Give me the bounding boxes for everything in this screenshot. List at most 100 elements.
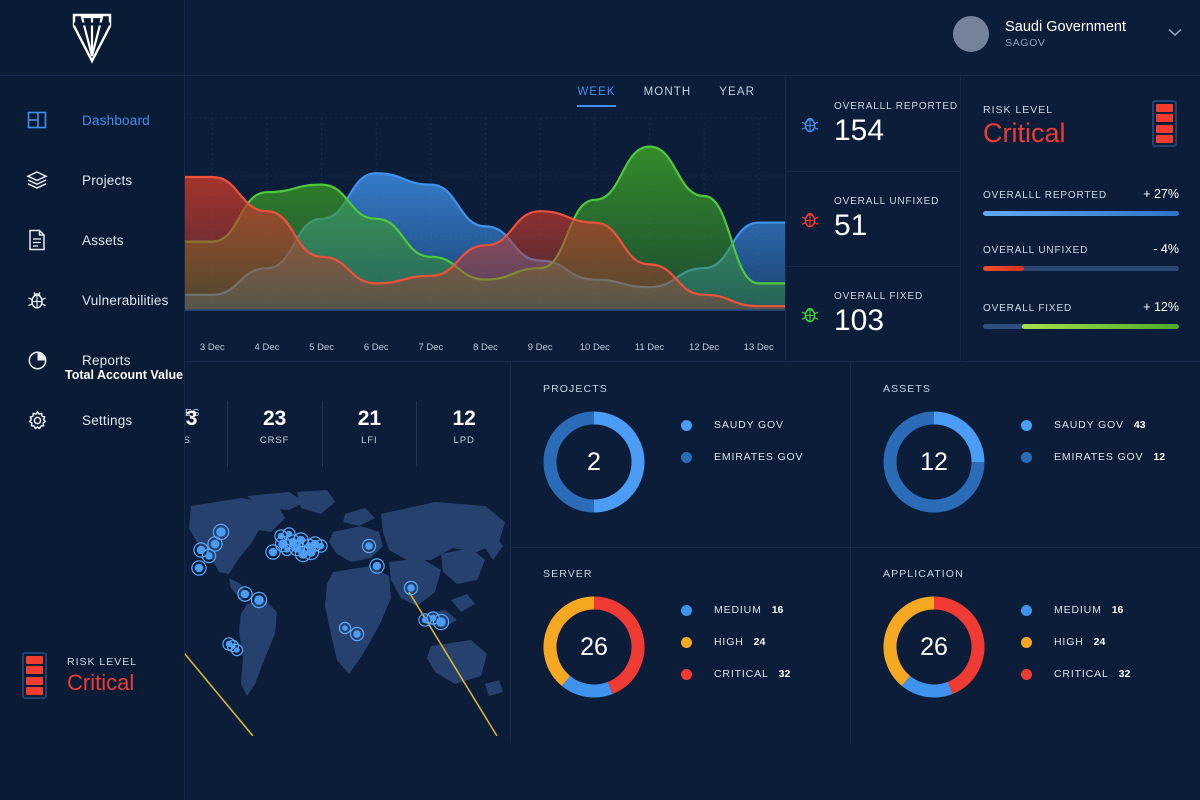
trend-chart-panel: WEEK MONTH YEAR 3 Dec 4 Dec 5 Dec 6 Dec … bbox=[185, 77, 786, 362]
chevron-down-icon[interactable] bbox=[1168, 25, 1182, 40]
legend-color-dot bbox=[1021, 668, 1032, 680]
stat-card-overall-unfixed[interactable]: OVERALL UNFIXED 51 bbox=[786, 172, 961, 267]
sidebar-item-label: Reports bbox=[82, 352, 131, 368]
donut-assets[interactable]: 12 bbox=[879, 407, 989, 522]
donut-projects[interactable]: 2 bbox=[539, 407, 649, 522]
vulnerability-value: 23 bbox=[262, 407, 287, 430]
stat-value: 154 bbox=[834, 114, 885, 147]
panel-server: SERVER 26 MEDIUM 16 HIGH 24 CRITICAL 32 bbox=[511, 548, 851, 743]
account-code: SAGOV bbox=[1005, 37, 1046, 50]
legend-label: EMIRATES GOV bbox=[714, 451, 804, 463]
progress-fill bbox=[1022, 324, 1179, 329]
bug-icon bbox=[799, 208, 821, 230]
legend-item[interactable]: MEDIUM 16 bbox=[1021, 604, 1130, 616]
tab-month[interactable]: MONTH bbox=[644, 86, 692, 107]
location-marker-dot bbox=[268, 547, 278, 557]
x-axis-tick: 7 Dec bbox=[418, 342, 444, 353]
vulnerability-stat[interactable]: 21 LFI bbox=[323, 401, 418, 467]
legend-item[interactable]: EMIRATES GOV bbox=[681, 451, 813, 463]
panel-title: ASSETS bbox=[883, 383, 932, 395]
stat-label: OVERALL FIXED bbox=[834, 291, 924, 302]
tab-year[interactable]: YEAR bbox=[719, 86, 755, 107]
dashboard-icon bbox=[22, 105, 52, 135]
donut-application[interactable]: 26 bbox=[879, 592, 989, 707]
x-axis-tick: 4 Dec bbox=[254, 342, 280, 353]
legend-item[interactable]: MEDIUM 16 bbox=[681, 604, 790, 616]
stat-card-overall-reported[interactable]: OVERALLL REPORTED 154 bbox=[786, 77, 961, 172]
area-chart bbox=[185, 117, 785, 311]
location-marker-dot bbox=[216, 527, 226, 537]
stat-value: 51 bbox=[834, 209, 868, 242]
dashboard-root: Dashboard Projects Assets Vulnerabilitie… bbox=[0, 0, 1200, 800]
donut-center-value: 2 bbox=[587, 447, 601, 476]
vulnerability-stat[interactable]: 12 LPD bbox=[417, 401, 510, 467]
legend-label: SAUDY GOV bbox=[714, 419, 784, 431]
layers-icon bbox=[22, 165, 52, 195]
bug-icon bbox=[799, 113, 821, 135]
location-marker-dot bbox=[353, 630, 361, 638]
progress-percent: + 27% bbox=[1143, 187, 1179, 201]
vulnerability-name: LFI bbox=[361, 435, 378, 446]
legend-value: 24 bbox=[1093, 636, 1106, 648]
sidebar-item-projects[interactable]: Projects bbox=[0, 150, 184, 210]
donut-center-value: 26 bbox=[920, 632, 948, 661]
vulnerability-stat[interactable]: 213 XSS bbox=[185, 401, 228, 467]
legend-item[interactable]: SAUDY GOV bbox=[681, 419, 813, 431]
legend-value: 12 bbox=[1153, 451, 1166, 463]
account-switcher[interactable]: Saudi Government SAGOV bbox=[953, 16, 1182, 52]
stat-label: OVERALL UNFIXED bbox=[834, 196, 940, 207]
panel-assets: ASSETS 12 SAUDY GOV 43 EMIRATES GOV 12 bbox=[851, 363, 1200, 548]
progress-track bbox=[983, 324, 1179, 329]
legend-item[interactable]: EMIRATES GOV 12 bbox=[1021, 451, 1165, 463]
x-axis-tick: 12 Dec bbox=[689, 342, 720, 353]
risk-meter-icon bbox=[22, 652, 47, 699]
vulnerability-value: 12 bbox=[452, 407, 476, 430]
sidebar-nav: Dashboard Projects Assets Vulnerabilitie… bbox=[0, 76, 184, 450]
legend-item[interactable]: CRITICAL 32 bbox=[1021, 668, 1130, 680]
progress-track bbox=[983, 266, 1179, 271]
x-axis-tick: 13 Dec bbox=[743, 342, 774, 353]
legend-label: MEDIUM bbox=[1054, 604, 1102, 616]
sidebar-item-vulnerabilities[interactable]: Vulnerabilities bbox=[0, 270, 184, 330]
sidebar-item-settings[interactable]: Settings bbox=[0, 390, 184, 450]
sidebar-item-label: Vulnerabilities bbox=[82, 292, 169, 308]
legend-color-dot bbox=[1021, 604, 1032, 616]
sidebar-item-dashboard[interactable]: Dashboard bbox=[0, 90, 184, 150]
x-axis-tick: 5 Dec bbox=[309, 342, 335, 353]
legend-value: 43 bbox=[1133, 419, 1146, 431]
world-map[interactable] bbox=[185, 488, 510, 736]
pie-chart-icon bbox=[22, 345, 52, 375]
risk-meter-cell bbox=[26, 686, 43, 695]
location-marker-dot bbox=[306, 547, 316, 557]
risk-meter-cell bbox=[1156, 114, 1173, 123]
sidebar-item-reports[interactable]: Reports Total Account Value bbox=[0, 330, 184, 390]
donut-server[interactable]: 26 bbox=[539, 592, 649, 707]
location-marker-dot bbox=[196, 545, 206, 555]
risk-meter-icon bbox=[1152, 100, 1177, 147]
legend-label: MEDIUM bbox=[714, 604, 762, 616]
legend-item[interactable]: HIGH 24 bbox=[1021, 636, 1130, 648]
risk-badge-label: RISK LEVEL bbox=[67, 655, 138, 668]
vulnerability-stat[interactable]: 23 CRSF bbox=[228, 401, 323, 467]
chart-x-axis: 3 Dec 4 Dec 5 Dec 6 Dec 7 Dec 8 Dec 9 Dec 10 De… bbox=[185, 342, 785, 353]
risk-level-panel: RISK LEVEL Critical OVERALLL REPORTED + … bbox=[962, 77, 1200, 362]
brand-logo[interactable] bbox=[0, 0, 184, 76]
risk-level-label: RISK LEVEL bbox=[983, 104, 1054, 116]
progress-fill bbox=[983, 266, 1025, 271]
location-marker-dot bbox=[210, 539, 220, 549]
risk-meter-cell bbox=[1156, 104, 1173, 112]
range-tabs: WEEK MONTH YEAR bbox=[577, 86, 755, 107]
chart-series-group bbox=[185, 145, 785, 310]
legend-item[interactable]: CRITICAL 32 bbox=[681, 668, 790, 680]
location-marker-dot bbox=[342, 625, 348, 631]
panel-projects: PROJECTS 2 SAUDY GOV EMIRATES GOV bbox=[511, 363, 851, 548]
legend-item[interactable]: SAUDY GOV 43 bbox=[1021, 419, 1165, 431]
stat-card-overall-fixed[interactable]: OVERALL FIXED 103 bbox=[786, 267, 961, 362]
sidebar-item-assets[interactable]: Assets bbox=[0, 210, 184, 270]
legend-item[interactable]: HIGH 24 bbox=[681, 636, 790, 648]
progress-percent: - 4% bbox=[1153, 242, 1179, 256]
account-name: Saudi Government bbox=[1005, 18, 1126, 35]
tab-week[interactable]: WEEK bbox=[577, 86, 616, 107]
x-axis-tick: 10 Dec bbox=[579, 342, 610, 353]
panel-application: APPLICATION 26 MEDIUM 16 HIGH 24 CRITICA… bbox=[851, 548, 1200, 743]
